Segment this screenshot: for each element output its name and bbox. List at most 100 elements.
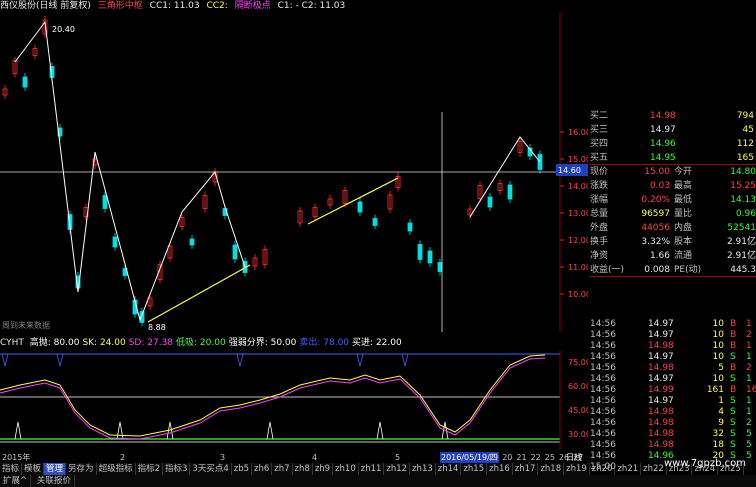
price-tick: 13.00 (568, 209, 588, 218)
tab-16[interactable]: zh13 (410, 463, 436, 475)
stat-value: 2.91亿 (726, 237, 756, 247)
tab-8[interactable]: zb5 (232, 463, 253, 475)
sell-spike (356, 353, 364, 367)
tab-19[interactable]: zh16 (487, 463, 513, 475)
tick-side: B (730, 341, 737, 351)
tick-time: 14:56 (590, 440, 616, 450)
buy-spike (266, 421, 274, 440)
tick-volume: 4 (718, 407, 724, 417)
sell-spike (56, 353, 64, 367)
tab-7[interactable]: 3天买点4 (190, 463, 232, 475)
tick-volume: 10 (712, 330, 724, 340)
tab-4[interactable]: 超级指标 (97, 463, 136, 475)
tab-3[interactable]: 另存为 (66, 463, 97, 475)
tab-12[interactable]: zh9 (313, 463, 334, 475)
date-number: 19 (488, 453, 499, 462)
quote-panel: 买二 14.98 794 买三 14.97 45 买四 14.96 112 买五 14.95 165 现… (590, 110, 756, 472)
stat-value: 52541 (727, 223, 756, 233)
bid-price: 14.95 (650, 153, 676, 163)
bid-label: 买三 (590, 125, 609, 135)
tick-price: 14.98 (648, 363, 674, 373)
indicator-item: 买进: 22.00 (352, 338, 402, 348)
stat-label: 外盘 (590, 223, 609, 233)
date-number: 22 (530, 453, 541, 462)
period-label[interactable]: 日线 (566, 452, 582, 463)
tab-18[interactable]: zh15 (461, 463, 488, 475)
tab-21[interactable]: zh18 (538, 463, 565, 475)
tab-10[interactable]: zh7 (272, 463, 293, 475)
stat-label: 最高 (674, 181, 693, 191)
tab-14[interactable]: zh11 (359, 463, 385, 475)
cc1-value: CC1: 11.03 (149, 1, 200, 11)
tab-9[interactable]: zh6 (252, 463, 273, 475)
low-label: 8.88 (148, 323, 166, 332)
tick-time: 14:56 (590, 341, 616, 351)
tab-2[interactable]: 管理 (44, 463, 67, 475)
candle (189, 238, 195, 246)
indicator-title[interactable]: CYHT (0, 338, 24, 348)
tick-volume: 1 (718, 396, 724, 406)
tick-volume: 18 (712, 440, 724, 450)
tick-volume: 5 (718, 363, 724, 373)
tab-11[interactable]: zh8 (293, 463, 313, 475)
candle (357, 201, 363, 213)
tick-time: 14:56 (590, 396, 616, 406)
tick-count: 5 (746, 440, 752, 450)
cc2-value: CC2: (206, 1, 228, 11)
stat-value: 14.80 (730, 167, 756, 177)
tab-15[interactable]: zh12 (384, 463, 411, 475)
tick-time: 14:56 (590, 352, 616, 362)
tab-17[interactable]: zh14 (436, 463, 462, 475)
bid-price: 14.97 (650, 125, 676, 135)
sell-spike (401, 353, 409, 367)
indicator-header: CYHT 高抛: 80.00 SK: 24.00 SD: 27.38 低吸: 20.0… (0, 337, 588, 349)
bid-volume: 794 (736, 111, 754, 121)
tick-price: 14.98 (648, 429, 674, 439)
tick-time: 14:56 (590, 451, 616, 461)
stock-title[interactable]: 西仪股份(日线 前复权) (0, 1, 91, 11)
tick-price: 14.97 (648, 330, 674, 340)
stat-label: 净资 (590, 251, 609, 261)
tick-time: 14:56 (590, 418, 616, 428)
date-label-3: 3 (220, 453, 226, 462)
date-label-year: 2015年 (2, 453, 31, 462)
cyht-indicator-chart[interactable]: 75.00 60.00 45.00 30.00 (0, 350, 588, 450)
indicator-item: SK: 24.00 (82, 338, 126, 348)
tab-13[interactable]: zh10 (333, 463, 359, 475)
bid-volume: 45 (742, 125, 754, 135)
sd-line (0, 357, 546, 440)
sk-line (0, 354, 546, 437)
stat-label: 内盘 (674, 223, 693, 233)
indicator-items: 高抛: 80.00 SK: 24.00 SD: 27.38 低吸: 20.00 强弱分界… (30, 338, 405, 348)
tab-20[interactable]: zh17 (513, 463, 539, 475)
candles (2, 16, 543, 327)
tick-count: 2 (746, 418, 752, 428)
c1c2-value: C1: - C2: 11.03 (277, 1, 346, 11)
candle (102, 195, 108, 209)
related-quote-button[interactable]: 关联报价 (34, 475, 75, 487)
price-tick: 11.00 (568, 263, 588, 272)
tab-22[interactable]: zh19 (564, 463, 590, 475)
stat-label: 流通 (674, 251, 693, 261)
expand-button[interactable]: 扩展^ (0, 475, 32, 487)
price-tick: 12.00 (568, 236, 588, 245)
tab-6[interactable]: 指标3 (163, 463, 191, 475)
tick-price: 14.98 (648, 418, 674, 428)
buy-spike (376, 421, 384, 440)
tick-time: 15:00 (590, 462, 616, 472)
tab-0[interactable]: 指标 (0, 463, 23, 475)
candle (139, 311, 145, 323)
stat-value: 0.03 (649, 181, 670, 191)
tick-count: 16 (746, 385, 756, 395)
tick-price: 14.98 (648, 407, 674, 417)
tab-1[interactable]: 模板 (22, 463, 45, 475)
stat-label: 今开 (674, 167, 693, 177)
tick-count: 2 (746, 363, 752, 373)
tick-side: S (730, 429, 736, 439)
watermark: www.7gpzb.com (664, 458, 746, 469)
stat-label: 最低 (674, 195, 693, 205)
tick-volume: 10 (712, 341, 724, 351)
candlestick-chart[interactable]: 20.40 8.88 周到未来数据 16.00 15.00 14.00 13.00 12… (0, 12, 588, 332)
tab-5[interactable]: 指标2 (136, 463, 163, 475)
tick-price: 14.97 (648, 374, 674, 384)
